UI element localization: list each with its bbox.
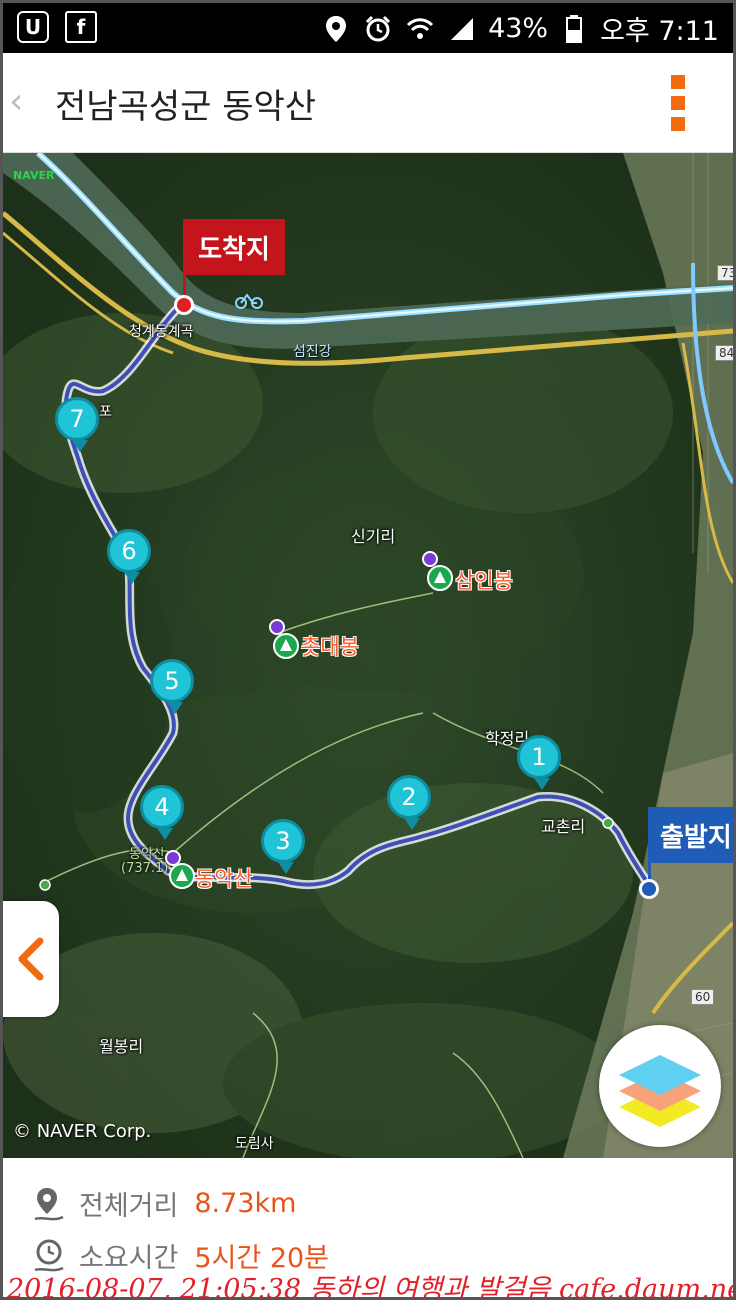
map-copyright: © NAVER Corp.: [13, 1121, 152, 1142]
place-label-singi: 신기리: [351, 527, 396, 546]
battery-icon: [558, 13, 590, 45]
waypoint-marker[interactable]: 5: [150, 659, 194, 714]
wifi-icon: [404, 13, 436, 45]
app-header: ‹ 전남곡성군 동악산: [3, 53, 733, 153]
page-title: 전남곡성군 동악산: [55, 87, 317, 127]
clock: 오후 7:11: [600, 16, 719, 47]
place-label-gyochon: 교촌리: [541, 817, 586, 836]
waypoint-marker[interactable]: 1: [517, 735, 561, 790]
screen: U f 43% 오후 7:11 ‹ 전남곡성군 동악산 NAVER 청계동계곡 …: [0, 0, 736, 1300]
signal-icon: [446, 13, 478, 45]
place-label-dongak-height: (737.1): [121, 861, 169, 876]
map-view[interactable]: NAVER 청계동계곡 섬진강 포 신기리 학정리 교촌리 월봉리 도림사 동악…: [3, 153, 733, 1158]
u-plus-icon: U: [17, 11, 49, 43]
facebook-icon: f: [65, 11, 97, 43]
chevron-left-icon: [18, 937, 44, 981]
photo-watermark: 2016-08-07, 21:05:38 동하의 여행과 발걸음 cafe.da…: [7, 1274, 733, 1300]
mountain-icon[interactable]: [169, 863, 195, 889]
distance-label: 전체거리: [79, 1191, 179, 1222]
satellite-map: [3, 153, 733, 1158]
road-number-badge: 73: [717, 265, 733, 281]
naver-logo: NAVER: [13, 169, 55, 182]
waypoint-marker[interactable]: 2: [387, 775, 431, 830]
road-number-badge: 60: [691, 989, 715, 1005]
place-label-wolbong: 월봉리: [99, 1037, 144, 1056]
river-label-seomjingang: 섬진강: [293, 344, 332, 360]
peak-label-saminbong[interactable]: 삼인봉: [455, 565, 513, 595]
more-menu-icon[interactable]: [671, 75, 685, 131]
road-number-badge: 840: [715, 345, 733, 361]
place-label-po: 포: [99, 404, 112, 420]
place-label-dongak-small: 동악산: [129, 847, 165, 862]
layers-icon: [619, 1055, 701, 1127]
back-icon[interactable]: ‹: [9, 81, 23, 122]
peak-label-dongaksan[interactable]: 동악산: [195, 863, 253, 893]
waypoint-marker[interactable]: 3: [261, 819, 305, 874]
distance-value: 8.73km: [194, 1188, 297, 1219]
alarm-icon: [362, 13, 394, 45]
waypoint-marker[interactable]: 6: [107, 529, 151, 584]
map-layers-button[interactable]: [599, 1025, 721, 1147]
place-label-cheonggye: 청계동계곡: [129, 324, 194, 340]
route-pin-icon: [31, 1186, 67, 1222]
peak-label-chotdaebong[interactable]: 촛대봉: [301, 631, 359, 661]
start-pin-icon[interactable]: [639, 879, 659, 899]
place-label-dorimsa: 도림사: [235, 1136, 274, 1152]
waypoint-marker[interactable]: 7: [55, 397, 99, 452]
status-bar: U f 43% 오후 7:11: [3, 3, 733, 53]
arrive-pin-icon[interactable]: [174, 295, 194, 315]
mountain-icon[interactable]: [427, 565, 453, 591]
battery-level: 43%: [488, 13, 549, 44]
location-icon: [320, 13, 352, 45]
waypoint-marker[interactable]: 4: [140, 785, 184, 840]
mountain-icon[interactable]: [273, 633, 299, 659]
arrive-flag[interactable]: 도착지: [183, 219, 285, 275]
distance-row: 전체거리 8.73km: [31, 1184, 296, 1223]
start-flag[interactable]: 출발지: [648, 807, 733, 863]
expand-panel-button[interactable]: [3, 901, 59, 1017]
